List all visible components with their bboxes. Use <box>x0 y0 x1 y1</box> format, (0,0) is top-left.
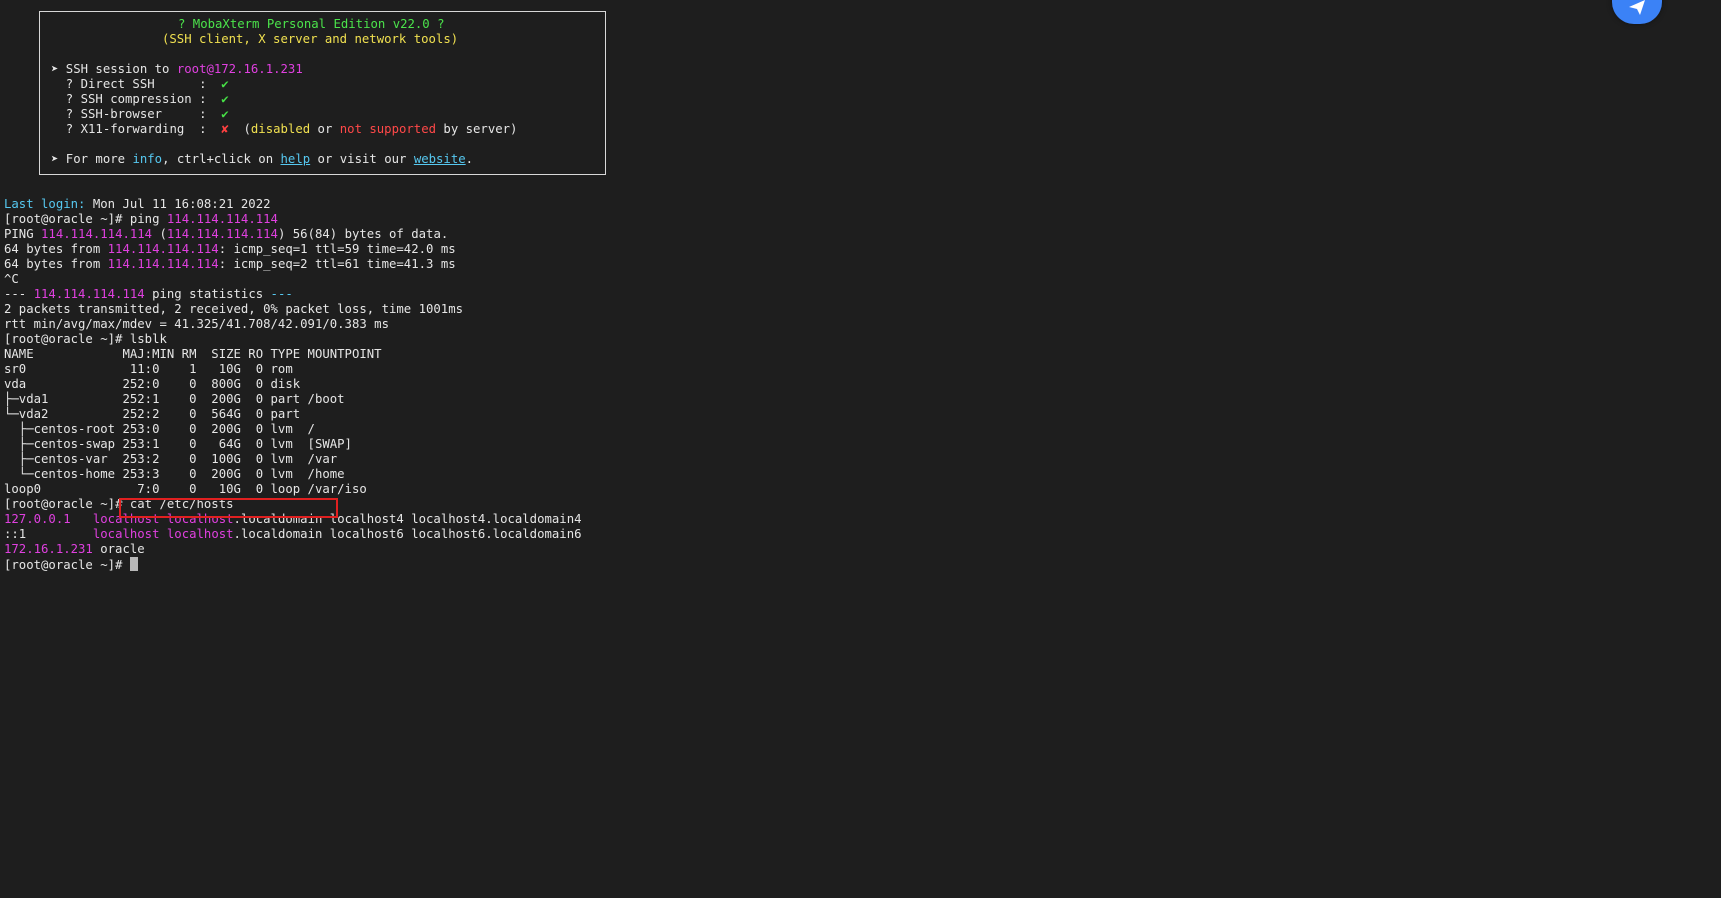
hosts-line: ::1 localhost localhost.localdomain loca… <box>4 527 582 542</box>
terminal-cursor <box>129 557 138 571</box>
lsblk-header: NAME MAJ:MIN RM SIZE RO TYPE MOUNTPOINT <box>4 347 382 361</box>
final-prompt-line[interactable]: [root@oracle ~]# <box>4 557 138 572</box>
host-sp <box>160 527 167 541</box>
footer-end: . <box>465 152 474 166</box>
last-login-label: Last login: <box>4 197 86 211</box>
lsblk-row: └─vda2 252:2 0 564G 0 part <box>4 407 301 421</box>
banner-footer: ➤ For more info, ctrl+click on help or v… <box>51 152 473 167</box>
stats-c: --- <box>270 287 293 301</box>
stats-a: --- <box>4 287 34 301</box>
ping-ip: 114.114.114.114 <box>107 242 219 256</box>
ping-cmd: ping <box>129 212 167 226</box>
lsblk-row: ├─centos-swap 253:1 0 64G 0 lvm [SWAP] <box>4 437 352 451</box>
footer-prefix: ➤ For more <box>51 152 133 166</box>
banner-subtitle: (SSH client, X server and network tools) <box>162 32 459 46</box>
host-name: localhost <box>92 527 160 541</box>
host-ip: ::1 <box>4 527 27 541</box>
host-name: oracle <box>92 542 145 556</box>
reply-prefix: 64 bytes from <box>4 257 108 271</box>
x11-open: ( <box>228 122 251 136</box>
session-target: root@172.16.1.231 <box>176 62 303 76</box>
ping-ip: 114.114.114.114 <box>33 287 145 301</box>
banner-compression: ? SSH compression : ✔ <box>51 92 229 107</box>
info-text: info <box>132 152 163 166</box>
lsblk-row: vda 252:0 0 800G 0 disk <box>4 377 301 391</box>
banner-session-line: ➤ SSH session to root@172.16.1.231 <box>51 62 303 77</box>
host-name: localhost <box>166 527 234 541</box>
ping-stats-1: 2 packets transmitted, 2 received, 0% pa… <box>4 302 464 316</box>
row-label: ? X11-forwarding : <box>51 122 222 136</box>
shell-prompt: [root@oracle ~] <box>4 497 116 511</box>
host-rest: .localdomain localhost6 localhost6.local… <box>233 527 582 541</box>
website-link[interactable]: website <box>414 152 466 166</box>
lsblk-row: ├─centos-root 253:0 0 200G 0 lvm / <box>4 422 315 436</box>
highlight-box <box>119 498 338 518</box>
banner-x11: ? X11-forwarding : ✘ (disabled or not su… <box>51 122 518 137</box>
row-label: ? SSH-browser : <box>51 107 222 121</box>
banner-direct-ssh: ? Direct SSH : ✔ <box>51 77 229 92</box>
check-icon: ✔ <box>221 92 229 106</box>
lsblk-row: ├─centos-var 253:2 0 100G 0 lvm /var <box>4 452 338 466</box>
terminal-window[interactable]: ? MobaXterm Personal Edition v22.0 ? (SS… <box>0 0 1721 898</box>
check-icon: ✔ <box>221 77 229 91</box>
ping-command-line: [root@oracle ~]# ping 114.114.114.114 <box>4 212 278 227</box>
lsblk-command-line: [root@oracle ~]# lsblk <box>4 332 167 347</box>
shell-prompt: [root@oracle ~]# <box>4 212 130 226</box>
interrupt-line: ^C <box>4 272 19 286</box>
ping-stats-2: rtt min/avg/max/mdev = 41.325/41.708/42.… <box>4 317 389 331</box>
ping-reply-1: 64 bytes from 114.114.114.114: icmp_seq=… <box>4 242 456 257</box>
lsblk-row: └─centos-home 253:3 0 200G 0 lvm /home <box>4 467 345 481</box>
ping-header: PING 114.114.114.114 (114.114.114.114) 5… <box>4 227 448 242</box>
host-pad <box>71 512 93 526</box>
host-ip: 172.16.1.231 <box>4 542 93 556</box>
reply-suffix: : icmp_seq=1 ttl=59 time=42.0 ms <box>218 242 456 256</box>
hosts-line: 172.16.1.231 oracle <box>4 542 145 557</box>
ping-ip: 114.114.114.114 <box>107 257 219 271</box>
ping-stats-header: --- 114.114.114.114 ping statistics --- <box>4 287 293 302</box>
ping-header-a: PING <box>4 227 42 241</box>
host-pad <box>26 527 93 541</box>
row-label: ? SSH compression : <box>51 92 222 106</box>
ping-header-c: ) 56(84) bytes of data. <box>277 227 449 241</box>
lsblk-row: sr0 11:0 1 10G 0 rom <box>4 362 293 376</box>
check-icon: ✔ <box>221 107 229 121</box>
ping-header-b: ( <box>152 227 167 241</box>
x11-tail: by server) <box>436 122 518 136</box>
banner-ssh-browser: ? SSH-browser : ✔ <box>51 107 229 122</box>
host-ip: 127.0.0.1 <box>4 512 71 526</box>
session-prefix: ➤ SSH session to <box>51 62 177 76</box>
help-link[interactable]: help <box>281 152 311 166</box>
shell-prompt: [root@oracle ~]# <box>4 558 130 572</box>
last-login-value: Mon Jul 11 16:08:21 2022 <box>85 197 271 211</box>
row-label: ? Direct SSH : <box>51 77 222 91</box>
lsblk-row: ├─vda1 252:1 0 200G 0 part /boot <box>4 392 345 406</box>
shell-prompt: [root@oracle ~]# <box>4 332 130 346</box>
ping-ip: 114.114.114.114 <box>41 227 153 241</box>
banner-title: ? MobaXterm Personal Edition v22.0 ? <box>178 17 445 31</box>
lsblk-cmd: lsblk <box>129 332 167 346</box>
ping-ip: 114.114.114.114 <box>166 227 278 241</box>
reply-suffix: : icmp_seq=2 ttl=61 time=41.3 ms <box>218 257 456 271</box>
floating-action-button[interactable] <box>1612 0 1662 24</box>
ping-reply-2: 64 bytes from 114.114.114.114: icmp_seq=… <box>4 257 456 272</box>
last-login-line: Last login: Mon Jul 11 16:08:21 2022 <box>4 197 271 212</box>
footer-mid2: or visit our <box>310 152 414 166</box>
reply-prefix: 64 bytes from <box>4 242 108 256</box>
x11-not-supported: not supported <box>339 122 437 136</box>
ping-ip: 114.114.114.114 <box>166 212 278 226</box>
stats-b: ping statistics <box>144 287 271 301</box>
footer-mid1: , ctrl+click on <box>162 152 281 166</box>
x11-disabled: disabled <box>250 122 311 136</box>
cross-icon: ✘ <box>221 122 229 136</box>
x11-or: or <box>310 122 340 136</box>
lsblk-row: loop0 7:0 0 10G 0 loop /var/iso <box>4 482 367 496</box>
